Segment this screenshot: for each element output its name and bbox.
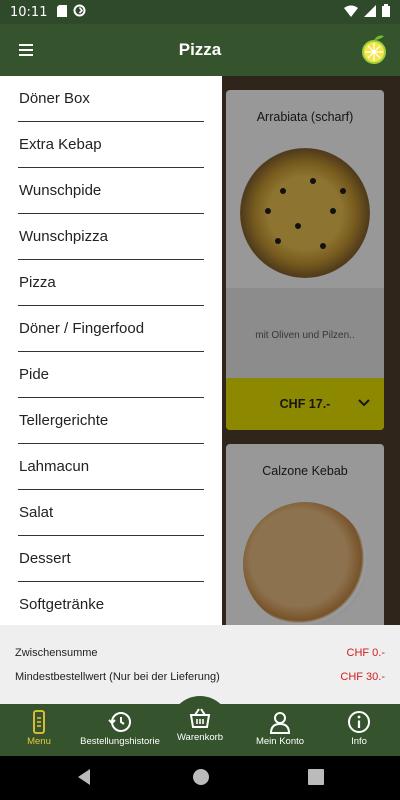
- drawer-item-wunschpizza[interactable]: Wunschpizza: [18, 214, 204, 260]
- recents-icon[interactable]: [308, 769, 324, 790]
- minimum-order-value: CHF 30.-: [340, 671, 385, 683]
- drawer-item-label: Tellergerichte: [19, 412, 109, 429]
- nav-order-history[interactable]: Bestellungshistorie: [78, 704, 162, 756]
- lime-logo-icon: [360, 34, 388, 64]
- drawer-item-extra-kebap[interactable]: Extra Kebap: [18, 122, 204, 168]
- status-time: 10:11: [10, 4, 48, 20]
- drawer-item-label: Döner Box: [19, 90, 90, 107]
- drawer-item-label: Pide: [19, 366, 50, 383]
- basket-icon: [188, 706, 212, 730]
- nav-history-label: Bestellungshistorie: [80, 736, 160, 747]
- history-icon: [108, 710, 132, 734]
- drawer-item-dessert[interactable]: Dessert: [18, 536, 204, 582]
- nav-cart[interactable]: Warenkorb: [168, 696, 232, 756]
- drawer-item-tellergerichte[interactable]: Tellergerichte: [18, 398, 204, 444]
- drawer-item-label: Dessert: [19, 550, 71, 567]
- wifi-icon: [344, 5, 358, 20]
- drawer-item-label: Extra Kebap: [19, 136, 102, 153]
- subtotal-label: Zwischensumme: [15, 647, 98, 659]
- nav-my-account[interactable]: Mein Konto: [248, 704, 312, 756]
- sync-icon: [73, 4, 86, 20]
- back-icon[interactable]: [76, 768, 92, 791]
- drawer-item-label: Lahmacun: [19, 458, 90, 475]
- drawer-item-label: Döner / Fingerfood: [19, 320, 145, 337]
- drawer-item-softgetraenke[interactable]: Softgetränke: [18, 582, 204, 625]
- drawer-item-label: Wunschpizza: [19, 228, 108, 245]
- subtotal-value: CHF 0.-: [346, 647, 386, 659]
- battery-icon: [382, 4, 390, 20]
- nav-account-label: Mein Konto: [255, 736, 305, 747]
- nav-info-label: Info: [351, 736, 367, 747]
- drawer-item-lahmacun[interactable]: Lahmacun: [18, 444, 204, 490]
- drawer-item-label: Salat: [19, 504, 54, 521]
- cell-signal-icon: [364, 4, 376, 20]
- app-bar: Pizza: [0, 24, 400, 76]
- status-bar: 10:11: [0, 0, 400, 24]
- drawer-item-salat[interactable]: Salat: [18, 490, 204, 536]
- drawer-item-doener-box[interactable]: Döner Box: [18, 76, 204, 122]
- drawer-item-label: Wunschpide: [19, 182, 102, 199]
- drawer-item-wunschpide[interactable]: Wunschpide: [18, 168, 204, 214]
- drawer-item-pide[interactable]: Pide: [18, 352, 204, 398]
- navigation-drawer: Döner Box Extra Kebap Wunschpide Wunschp…: [0, 76, 222, 625]
- drawer-item-pizza[interactable]: Pizza: [18, 260, 204, 306]
- drawer-item-label: Softgetränke: [19, 596, 105, 613]
- bottom-navigation: Menu Bestellungshistorie Warenkorb Mein …: [0, 696, 400, 756]
- info-icon: [347, 710, 371, 734]
- sd-card-icon: [57, 4, 68, 20]
- nav-menu-label: Menu: [27, 736, 51, 747]
- page-title: Pizza: [178, 40, 222, 59]
- home-icon[interactable]: [192, 768, 210, 791]
- nav-info[interactable]: Info: [334, 704, 384, 756]
- person-icon: [268, 710, 292, 734]
- system-navigation-bar: [0, 756, 400, 800]
- minimum-order-label: Mindestbestellwert (Nur bei der Lieferun…: [15, 671, 220, 683]
- phone-menu-icon: [27, 710, 51, 734]
- nav-cart-label: Warenkorb: [176, 732, 224, 743]
- order-summary: Zwischensumme CHF 0.- Mindestbestellwert…: [0, 625, 400, 704]
- nav-menu[interactable]: Menu: [16, 704, 62, 756]
- drawer-item-label: Pizza: [19, 274, 56, 291]
- drawer-item-doener-fingerfood[interactable]: Döner / Fingerfood: [18, 306, 204, 352]
